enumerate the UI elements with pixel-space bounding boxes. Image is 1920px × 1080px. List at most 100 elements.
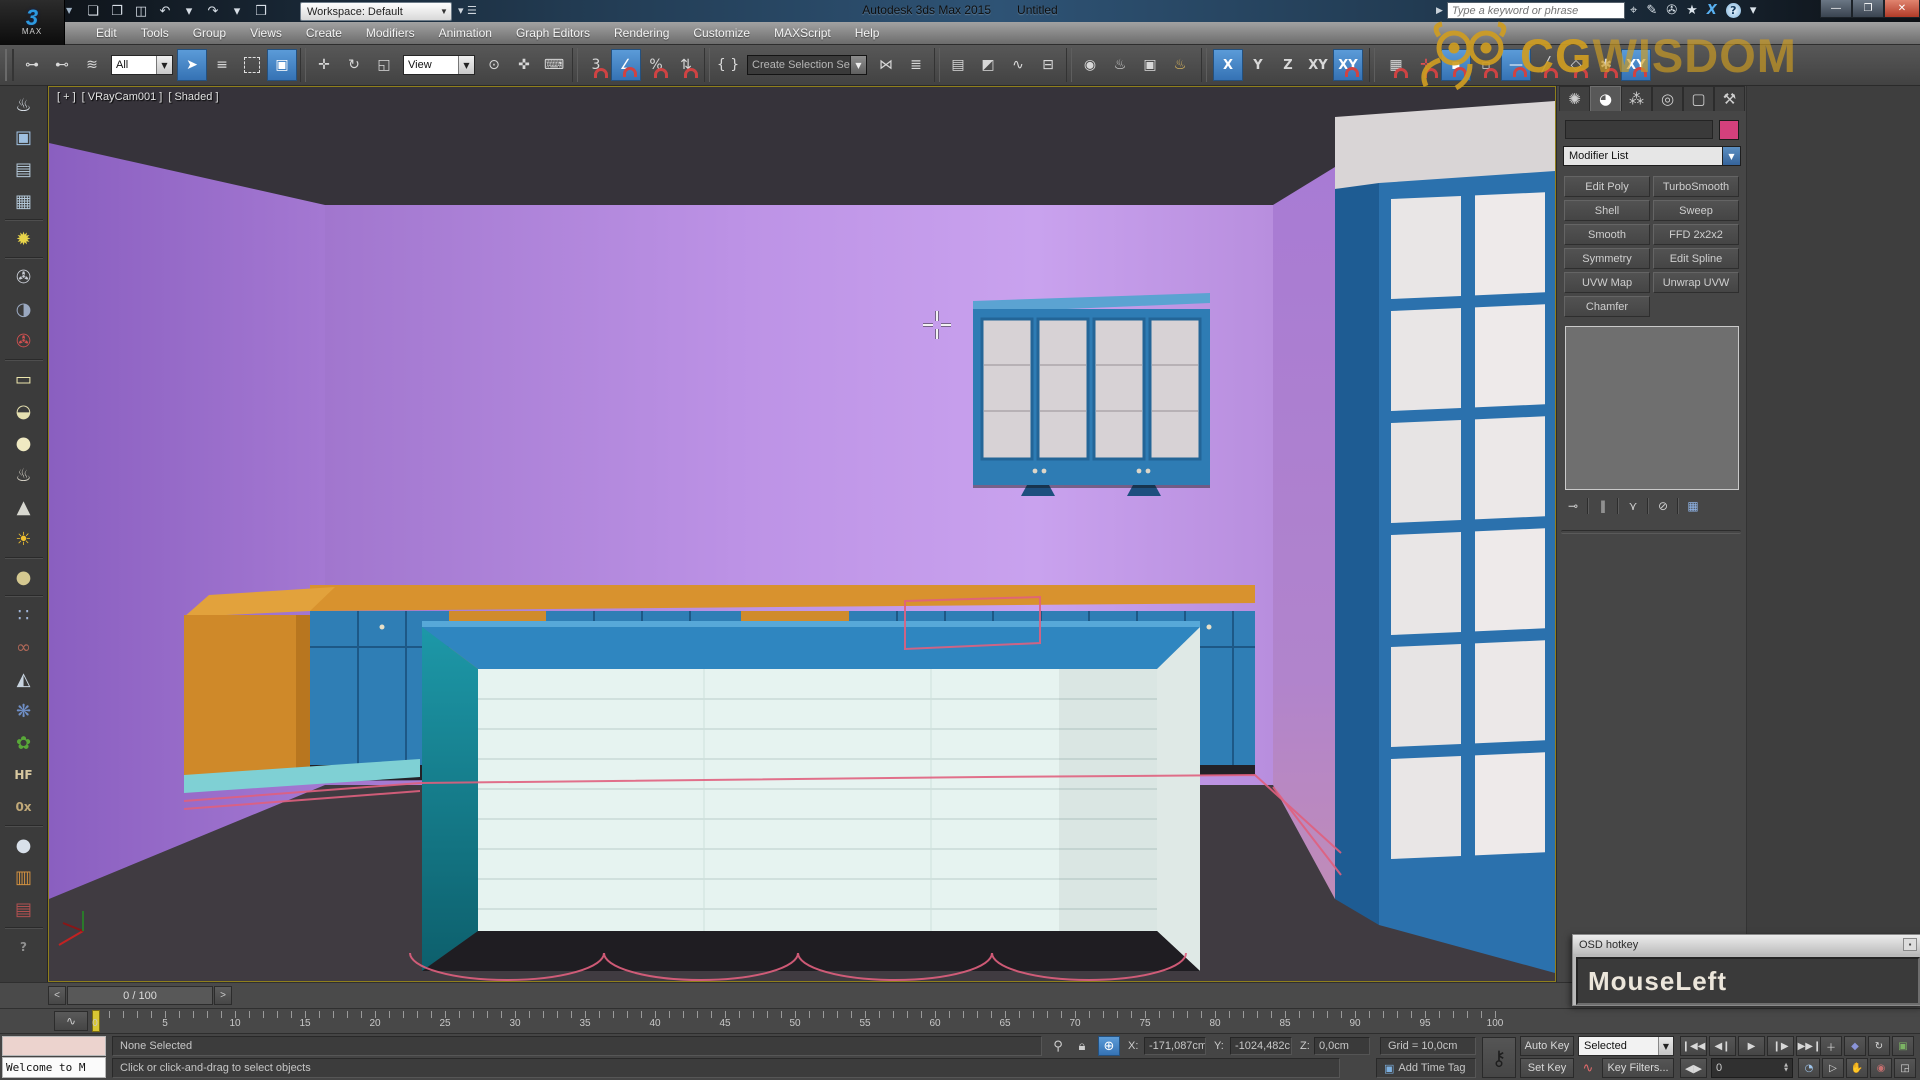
save-file-button[interactable]: ◫ [132,2,150,20]
axis-x-constraint-button[interactable]: X [1213,49,1243,81]
selected-filter-dropdown[interactable]: Selected ▼ [1578,1036,1674,1056]
set-keys-button[interactable]: ⚷︎ [1482,1037,1516,1078]
schematic-view-button[interactable]: ⊟ [1033,49,1063,81]
maxscript-mini-listener[interactable]: Welcome to M [2,1057,106,1078]
exchange-apps-icon[interactable]: X [1707,3,1717,18]
help-icon[interactable]: ? [1,931,47,963]
light-lister-icon[interactable]: ✹ [1,223,47,255]
ffd-lattice-icon[interactable]: ◭ [1,663,47,695]
material-editor-button[interactable]: ◉ [1075,49,1105,81]
search-expand-icon[interactable]: ▶ [1436,6,1443,16]
open-file-button[interactable]: ❐ [108,2,126,20]
select-and-link-button[interactable]: ⊶ [17,49,47,81]
menu-create[interactable]: Create [294,26,354,40]
object-color-swatch[interactable] [1719,120,1739,140]
mirror-button[interactable]: ⋈ [871,49,901,81]
selection-filter-dropdown[interactable]: All▼ [111,55,173,75]
undo-button[interactable]: ↶ [156,2,174,20]
search-input[interactable] [1447,2,1625,19]
time-configuration-icon[interactable]: ◔ [1798,1058,1820,1078]
foliage-icon[interactable]: ✿ [1,727,47,759]
schematic-dialog-icon[interactable]: ▤ [1,893,47,925]
connect-objects-icon[interactable]: ∞ [1,631,47,663]
maximize-toggle-icon[interactable]: ◲ [1894,1058,1916,1078]
restore-button[interactable]: ❐ [1852,0,1884,18]
go-to-end-button[interactable]: ▶▶❙ [1796,1036,1823,1056]
snaps-toggle[interactable]: 3 [581,49,611,81]
material-sphere-icon[interactable]: ● [1,829,47,861]
noise-rock-icon[interactable]: ❋ [1,695,47,727]
camera-icon[interactable]: ✇ [1,261,47,293]
plane-primitive-icon[interactable]: ▭ [1,363,47,395]
utilities-tab[interactable]: ⚒ [1714,86,1745,111]
snap-face-button[interactable]: ◇ [1561,49,1591,81]
zoom-icon[interactable]: ＋ [1820,1036,1842,1056]
render-setup-dialog-icon[interactable]: ▤ [1,153,47,185]
favorites-icon[interactable]: ★ [1686,3,1698,18]
new-scene-button[interactable]: ❏ [84,2,102,20]
menu-customize[interactable]: Customize [681,26,762,40]
go-to-start-button[interactable]: ❙◀◀ [1680,1036,1707,1056]
rendered-frame-window-button[interactable]: ▣ [1135,49,1165,81]
curve-editor-button[interactable]: ∿ [1003,49,1033,81]
dome-primitive-icon[interactable]: ◒ [1,395,47,427]
align-button[interactable]: ≣ [901,49,931,81]
configure-modifier-sets-icon[interactable]: ▦ [1683,497,1703,515]
key-mode-toggle[interactable]: ◀▶ [1680,1058,1707,1078]
project-folder-button[interactable]: ❒ [252,2,270,20]
add-time-tag[interactable]: ▣ Add Time Tag [1376,1058,1476,1078]
manage-layers-button[interactable]: ▤ [943,49,973,81]
viewport-menu-general[interactable]: [ + ] [57,91,76,103]
transform-typein-toggle[interactable]: ⊕ [1098,1036,1120,1056]
y-coordinate-field[interactable]: -1024,482c [1230,1037,1292,1055]
zoom-extents-icon[interactable]: ◆ [1844,1036,1866,1056]
modifier-button-unwrap-uvw[interactable]: Unwrap UVW [1653,272,1739,293]
previous-frame-button[interactable]: ◀❙ [1709,1036,1736,1056]
array-tool-icon[interactable]: ∷ [1,599,47,631]
snap-pivot-button[interactable]: ✛ [1411,49,1441,81]
render-presets-dialog-icon[interactable]: ▦ [1,185,47,217]
video-camera-icon[interactable]: ✇ [1,325,47,357]
menu-animation[interactable]: Animation [427,26,504,40]
redo-button[interactable]: ↷ [204,2,222,20]
maximize-viewport-icon[interactable]: ▣ [1892,1036,1914,1056]
teapot-primitive-icon[interactable]: ♨ [1,459,47,491]
pan-arrow-icon[interactable]: ▷ [1822,1058,1844,1078]
snap-xy-button[interactable]: XY [1621,49,1651,81]
select-and-manipulate-button[interactable]: ✜ [509,49,539,81]
select-by-name-button[interactable]: ≡ [207,49,237,81]
menu-modifiers[interactable]: Modifiers [354,26,427,40]
coin-icon[interactable]: 0x [1,791,47,823]
help-dropdown-icon[interactable]: ▾ [1750,3,1757,18]
modifier-button-edit-spline[interactable]: Edit Spline [1653,248,1739,269]
orbit-icon[interactable]: ◉ [1870,1058,1892,1078]
hair-fur-icon[interactable]: HF [1,759,47,791]
named-selection-sets-dropdown[interactable]: Create Selection Se▼ [747,55,867,75]
snap-endpoint-button[interactable]: ▫ [1471,49,1501,81]
next-frame-arrow[interactable]: > [214,986,232,1005]
cone-primitive-icon[interactable]: ▲ [1,491,47,523]
rectangular-selection-region-button[interactable] [237,49,267,81]
menu-group[interactable]: Group [181,26,238,40]
hierarchy-tab[interactable]: ⁂ [1621,86,1652,111]
graphite-modeling-button[interactable]: ◩ [973,49,1003,81]
menu-graph-editors[interactable]: Graph Editors [504,26,602,40]
material-dialog-icon[interactable]: ▥ [1,861,47,893]
modifier-button-smooth[interactable]: Smooth [1564,224,1650,245]
minimize-button[interactable]: — [1820,0,1852,18]
viewport-menu-shading[interactable]: [ Shaded ] [168,91,218,103]
key-filters-button[interactable]: Key Filters... [1602,1058,1674,1078]
set-key-button[interactable]: Set Key [1520,1058,1574,1078]
axis-xy-snap-button[interactable]: XY [1333,49,1363,81]
modify-tab[interactable]: ◕ [1590,86,1621,111]
pan-hand-icon[interactable]: ✋ [1846,1058,1868,1078]
menu-rendering[interactable]: Rendering [602,26,681,40]
auto-key-button[interactable]: Auto Key [1520,1036,1574,1056]
default-in-out-tangents-icon[interactable]: ∿ [1578,1058,1598,1078]
unlink-selection-button[interactable]: ⊷ [47,49,77,81]
osd-close-icon[interactable]: ▪ [1903,938,1917,951]
play-button[interactable]: ▶ [1738,1036,1765,1056]
menu-maxscript[interactable]: MAXScript [762,26,843,40]
spinner-snap-toggle[interactable]: ⇅ [671,49,701,81]
redo-dropdown[interactable]: ▾ [228,2,246,20]
